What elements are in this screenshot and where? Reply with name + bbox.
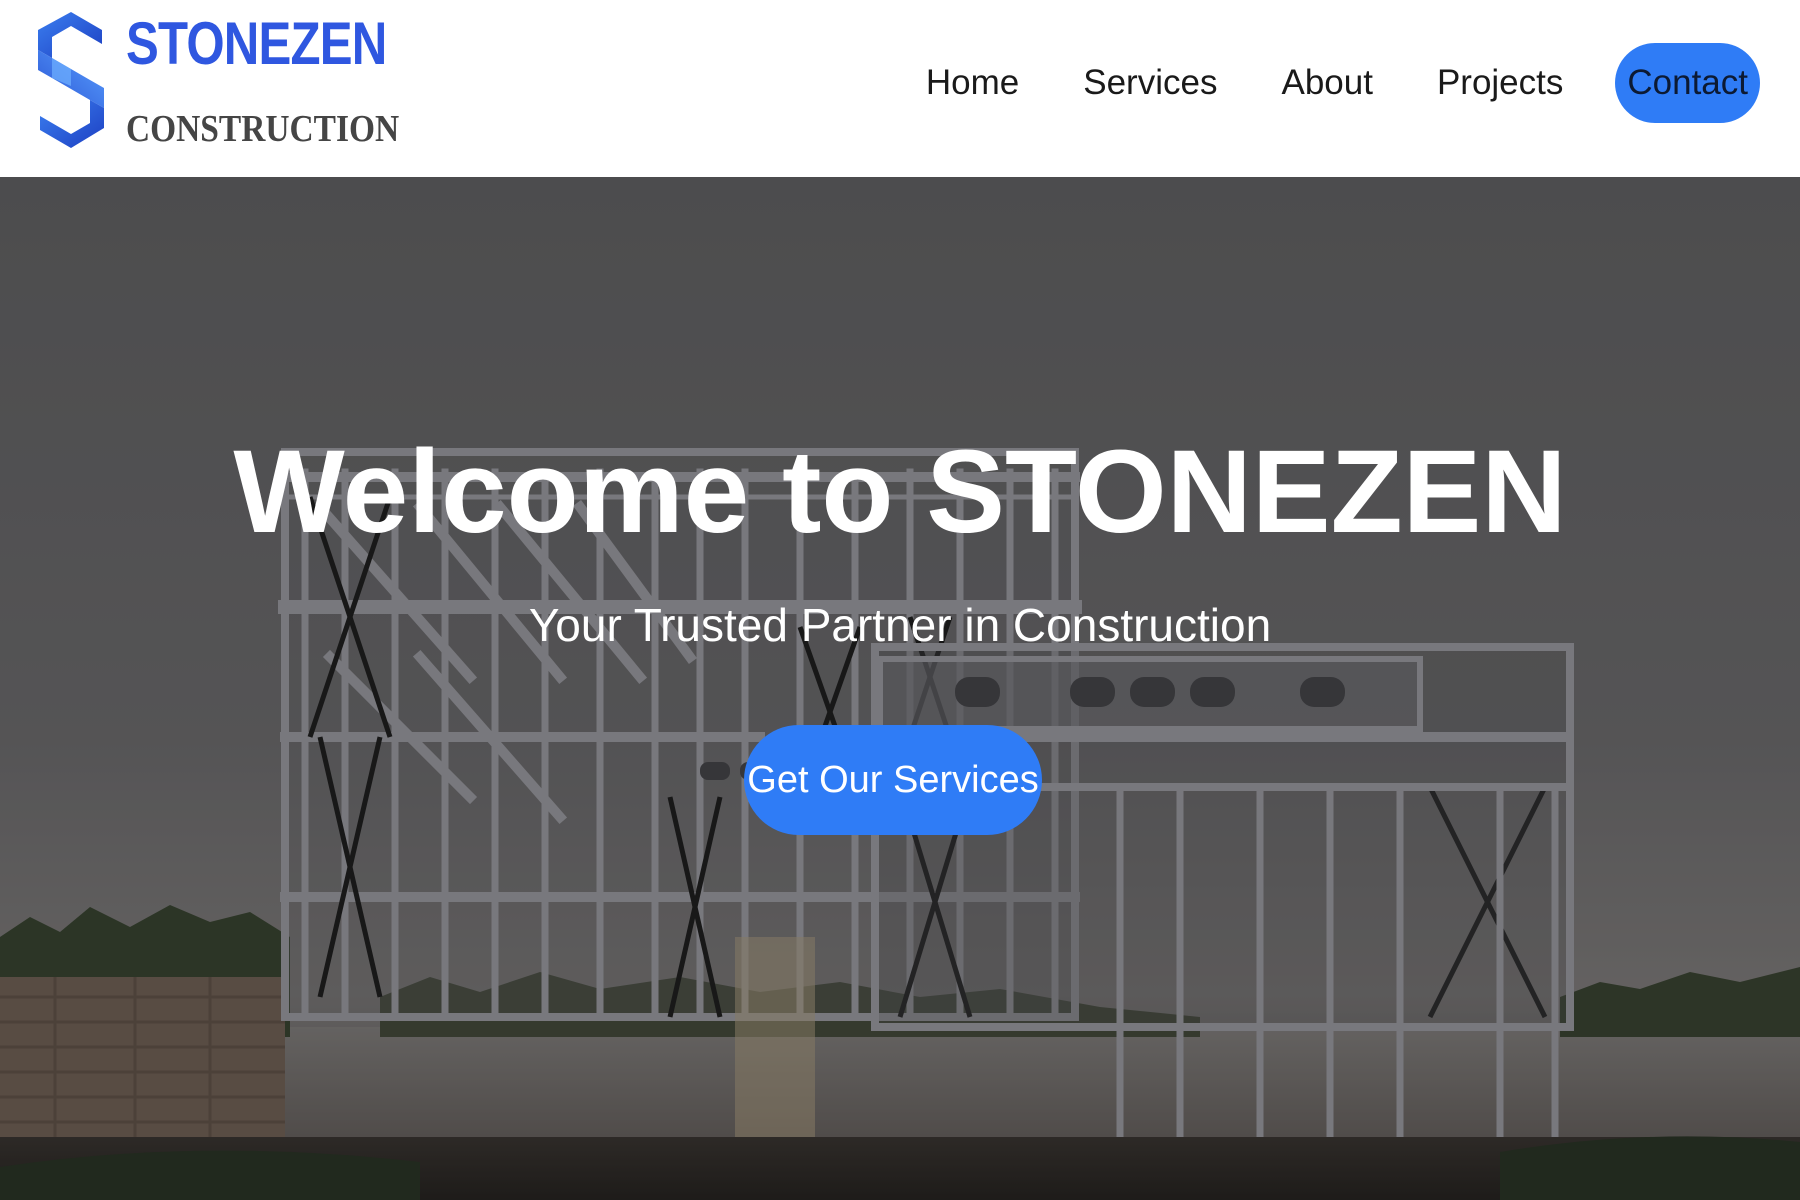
brand-tagline: CONSTRUCTION	[126, 108, 400, 150]
brand-name: STONEZEN	[126, 10, 387, 77]
hero-background-image	[0, 177, 1800, 1200]
main-nav: Home Services About Projects Contact	[926, 42, 1760, 124]
nav-home[interactable]: Home	[926, 42, 1019, 124]
nav-services[interactable]: Services	[1083, 42, 1217, 124]
contact-button[interactable]: Contact	[1615, 43, 1760, 123]
nav-projects[interactable]: Projects	[1437, 42, 1563, 124]
hero-section: Welcome to STONEZEN Your Trusted Partner…	[0, 177, 1800, 1200]
site-header: STONEZEN CONSTRUCTION Home Services Abou…	[0, 0, 1800, 177]
stonezen-logo-icon	[38, 12, 104, 148]
hero-subtitle: Your Trusted Partner in Construction	[528, 599, 1272, 651]
nav-about[interactable]: About	[1281, 42, 1372, 124]
get-services-button[interactable]: Get Our Services	[744, 725, 1042, 835]
hero-title: Welcome to STONEZEN	[233, 426, 1567, 558]
